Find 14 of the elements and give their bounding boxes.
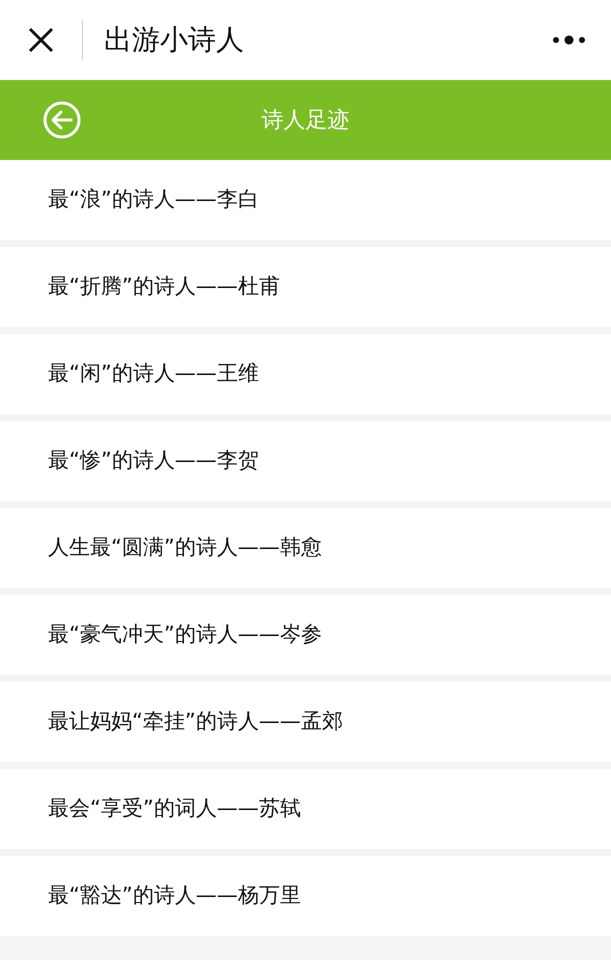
back-icon <box>43 101 81 139</box>
list-item[interactable]: 人生最“圆满”的诗人——韩愈 <box>0 508 611 588</box>
list-item[interactable]: 最“闲”的诗人——王维 <box>0 334 611 414</box>
list-item[interactable]: 最“豁达”的诗人——杨万里 <box>0 856 611 936</box>
list-item[interactable]: 最会“享受”的词人——苏轼 <box>0 769 611 849</box>
window-title: 出游小诗人 <box>104 22 244 58</box>
list-item[interactable]: 最“豪气冲天”的诗人——岑参 <box>0 595 611 675</box>
close-icon <box>27 26 55 54</box>
list-item[interactable]: 最“浪”的诗人——李白 <box>0 160 611 240</box>
list-item[interactable]: 最让妈妈“牵挂”的诗人——孟郊 <box>0 682 611 762</box>
more-icon <box>552 34 586 46</box>
page-title: 诗人足迹 <box>262 106 350 134</box>
list-item[interactable]: 最“惨”的诗人——李贺 <box>0 421 611 501</box>
list-item[interactable]: 最“折腾”的诗人——杜甫 <box>0 247 611 327</box>
